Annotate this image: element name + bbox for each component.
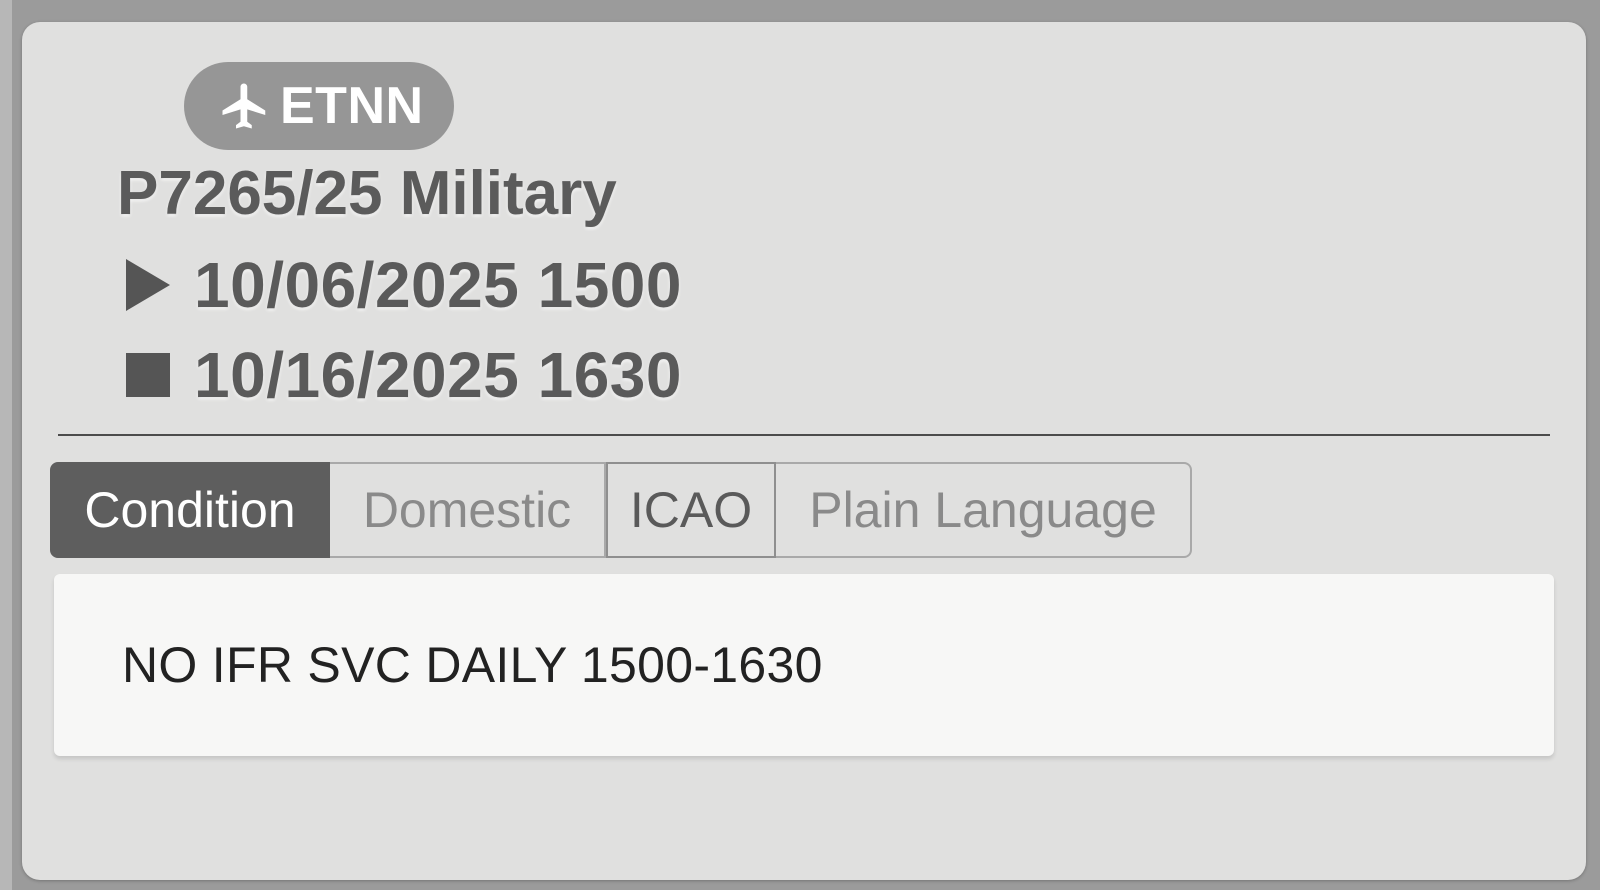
start-datetime: 10/06/2025 1500	[194, 249, 682, 321]
tab-domestic[interactable]: Domestic	[330, 462, 606, 558]
airport-code: ETNN	[280, 77, 424, 135]
notam-text-panel: NO IFR SVC DAILY 1500-1630	[54, 574, 1554, 756]
airport-chip[interactable]: ETNN	[184, 62, 454, 150]
left-edge-strip	[0, 0, 12, 890]
end-datetime: 10/16/2025 1630	[194, 339, 682, 411]
notam-title: P7265/25 Military	[117, 159, 617, 228]
start-date-row: 10/06/2025 1500	[124, 248, 682, 322]
tab-plain-language[interactable]: Plain Language	[776, 462, 1192, 558]
notam-text: NO IFR SVC DAILY 1500-1630	[122, 637, 823, 693]
airplane-icon	[218, 79, 272, 133]
tab-icao[interactable]: ICAO	[606, 462, 776, 558]
end-date-row: 10/16/2025 1630	[124, 338, 682, 412]
stop-icon	[124, 345, 174, 405]
tab-condition[interactable]: Condition	[50, 462, 330, 558]
play-icon	[124, 255, 174, 315]
section-divider	[58, 434, 1550, 436]
format-tabs: Condition Domestic ICAO Plain Language	[50, 462, 1192, 558]
